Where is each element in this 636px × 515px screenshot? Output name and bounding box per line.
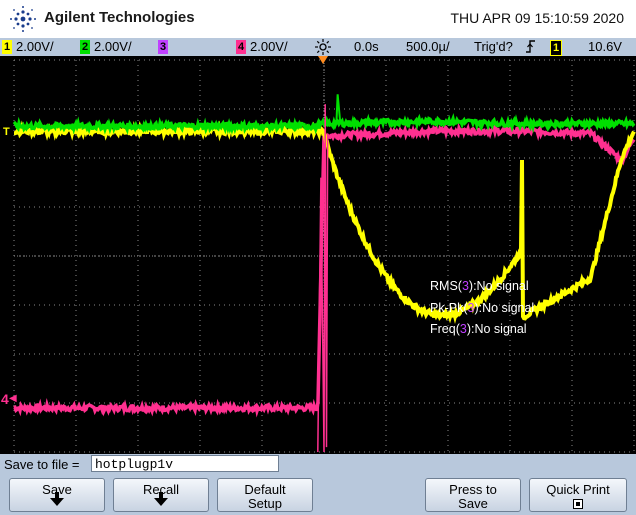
softkey-bar: Save Recall Default Setup Press to Save … bbox=[0, 475, 636, 515]
traces bbox=[12, 94, 636, 453]
time-delay[interactable]: 0.0s bbox=[354, 39, 379, 55]
header: Agilent Technologies THU APR 09 15:10:59… bbox=[0, 0, 636, 38]
status-bar: 1 2.00V/ 2 2.00V/ 3 4 2.00V/ 0.0s 500.0µ/ T… bbox=[0, 38, 636, 56]
ch4-status[interactable]: 4 2.00V/ bbox=[236, 39, 288, 55]
ch2-scale: 2.00V/ bbox=[94, 39, 132, 54]
trigger-level-marker: T bbox=[3, 126, 10, 138]
trigger-position-marker bbox=[318, 56, 328, 64]
date-time: THU APR 09 15:10:59 2020 bbox=[450, 10, 624, 26]
save-to-file-label: Save to file = bbox=[4, 457, 80, 472]
waveform-display[interactable]: T 4 ◀ RMS(3):No signal Pk-Pk(3):No signa… bbox=[0, 56, 636, 454]
printer-square-icon bbox=[573, 499, 583, 509]
trigger-status: Trig'd? bbox=[474, 39, 513, 54]
ch4-badge: 4 bbox=[236, 40, 246, 54]
ch1-status[interactable]: 1 2.00V/ bbox=[2, 39, 54, 55]
ch4-scale: 2.00V/ bbox=[250, 39, 288, 54]
measurement-rms: RMS(3):No signal bbox=[430, 279, 529, 293]
ch3-status[interactable]: 3 bbox=[158, 39, 172, 55]
ch2-badge: 2 bbox=[80, 40, 90, 54]
time-scale[interactable]: 500.0µ/ bbox=[406, 39, 450, 55]
down-arrow-icon bbox=[50, 492, 64, 506]
ch3-badge: 3 bbox=[158, 40, 168, 54]
trigger-source-badge: 1 bbox=[550, 40, 562, 56]
recall-button[interactable]: Recall bbox=[113, 478, 209, 512]
rising-edge-icon bbox=[524, 38, 538, 54]
trace-ch2 bbox=[12, 112, 636, 135]
quick-print-button[interactable]: Quick Print bbox=[529, 478, 627, 512]
measurement-freq: Freq(3):No signal bbox=[430, 322, 527, 336]
save-button[interactable]: Save bbox=[9, 478, 105, 512]
filename-field[interactable]: hotplugp1v bbox=[91, 455, 279, 472]
ch4-ground-arrow-icon: ◀ bbox=[9, 393, 17, 404]
down-arrow-icon bbox=[154, 492, 168, 506]
brand-name: Agilent Technologies bbox=[44, 9, 195, 26]
ch4-ground-marker[interactable]: 4 bbox=[1, 391, 9, 407]
measurement-pkpk: Pk-Pk(3):No signal bbox=[430, 301, 535, 315]
press-to-save-button[interactable]: Press to Save bbox=[425, 478, 521, 512]
trigger-level[interactable]: 10.6V bbox=[588, 39, 622, 55]
waveform-svg bbox=[12, 59, 636, 453]
trigger-source[interactable]: 1 bbox=[550, 39, 566, 56]
ch1-badge: 1 bbox=[2, 40, 12, 54]
ch2-status[interactable]: 2 2.00V/ bbox=[80, 39, 132, 55]
default-setup-button[interactable]: Default Setup bbox=[217, 478, 313, 512]
agilent-spark-icon bbox=[10, 6, 36, 32]
save-bar: Save to file = hotplugp1v bbox=[0, 454, 636, 475]
sun-icon bbox=[314, 38, 332, 55]
ch1-scale: 2.00V/ bbox=[16, 39, 54, 54]
